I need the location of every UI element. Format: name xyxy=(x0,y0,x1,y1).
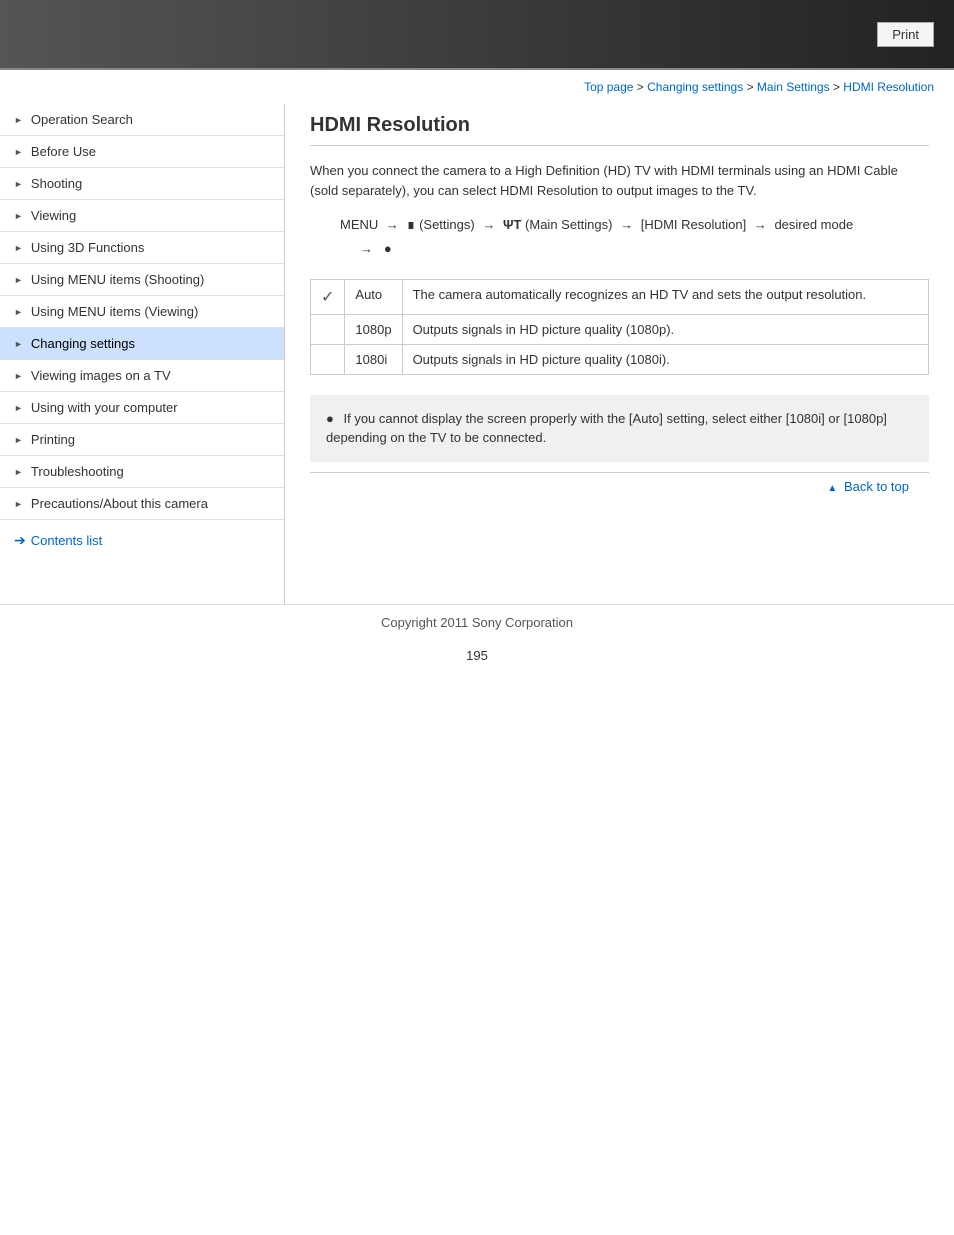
arrow-icon: → xyxy=(482,217,499,232)
settings-icon: ∎ xyxy=(407,216,416,232)
settings-label: (Settings) xyxy=(419,217,478,232)
table-row: 1080p Outputs signals in HD picture qual… xyxy=(311,314,929,344)
arrow-icon: ► xyxy=(14,179,23,189)
sidebar-item-precautions[interactable]: ► Precautions/About this camera xyxy=(0,488,284,520)
check-cell xyxy=(311,314,345,344)
header: Print xyxy=(0,0,954,70)
description-cell: Outputs signals in HD picture quality (1… xyxy=(402,314,928,344)
hdmi-resolution-label: [HDMI Resolution] xyxy=(641,217,750,232)
breadcrumb-main-settings[interactable]: Main Settings xyxy=(757,80,830,94)
sidebar-footer: ➔ Contents list xyxy=(0,520,284,561)
bullet-icon: ● xyxy=(326,411,334,426)
arrow-icon: ► xyxy=(14,403,23,413)
breadcrumb-top-page[interactable]: Top page xyxy=(584,80,633,94)
arrow-icon: ► xyxy=(14,147,23,157)
sidebar-item-label: Shooting xyxy=(31,176,82,191)
table-row: ✓ Auto The camera automatically recogniz… xyxy=(311,279,929,314)
arrow-icon: ► xyxy=(14,243,23,253)
sidebar-item-label: Using MENU items (Viewing) xyxy=(31,304,198,319)
print-button[interactable]: Print xyxy=(877,22,934,47)
arrow-icon: ► xyxy=(14,211,23,221)
triangle-up-icon: ▲ xyxy=(827,483,837,494)
sidebar-item-changing-settings[interactable]: ► Changing settings xyxy=(0,328,284,360)
sidebar-item-label: Troubleshooting xyxy=(31,464,124,479)
sidebar-item-3d-functions[interactable]: ► Using 3D Functions xyxy=(0,232,284,264)
sidebar-item-viewing-tv[interactable]: ► Viewing images on a TV xyxy=(0,360,284,392)
arrow-icon: ► xyxy=(14,339,23,349)
contents-list-arrow-icon: ➔ xyxy=(14,532,26,549)
sidebar-item-label: Viewing images on a TV xyxy=(31,368,171,383)
main-settings-label: (Main Settings) xyxy=(525,217,616,232)
table-row: 1080i Outputs signals in HD picture qual… xyxy=(311,344,929,374)
desired-mode-label: desired mode xyxy=(774,217,853,232)
sidebar-item-label: Precautions/About this camera xyxy=(31,496,208,511)
sidebar-item-menu-viewing[interactable]: ► Using MENU items (Viewing) xyxy=(0,296,284,328)
arrow-icon: ► xyxy=(14,371,23,381)
mode-cell: Auto xyxy=(345,279,402,314)
checkmark-icon: ✓ xyxy=(321,289,334,306)
sidebar-item-label: Using 3D Functions xyxy=(31,240,144,255)
footer: Copyright 2011 Sony Corporation xyxy=(0,604,954,640)
content-layout: ► Operation Search ► Before Use ► Shooti… xyxy=(0,104,954,604)
sidebar-item-printing[interactable]: ► Printing xyxy=(0,424,284,456)
sidebar-item-label: Changing settings xyxy=(31,336,135,351)
arrow-icon: ► xyxy=(14,115,23,125)
sidebar: ► Operation Search ► Before Use ► Shooti… xyxy=(0,104,285,604)
check-cell xyxy=(311,344,345,374)
sidebar-item-viewing[interactable]: ► Viewing xyxy=(0,200,284,232)
breadcrumb-changing-settings[interactable]: Changing settings xyxy=(647,80,743,94)
arrow-icon: → xyxy=(620,217,637,232)
sidebar-item-label: Operation Search xyxy=(31,112,133,127)
main-settings-icon: ΨT xyxy=(503,217,521,232)
settings-table: ✓ Auto The camera automatically recogniz… xyxy=(310,279,929,375)
menu-path: MENU → ∎ (Settings) → ΨT (Main Settings)… xyxy=(340,212,929,261)
main-content: HDMI Resolution When you connect the cam… xyxy=(285,104,954,604)
sidebar-item-computer[interactable]: ► Using with your computer xyxy=(0,392,284,424)
sidebar-item-label: Before Use xyxy=(31,144,96,159)
contents-list-link[interactable]: Contents list xyxy=(31,533,103,548)
intro-text: When you connect the camera to a High De… xyxy=(310,161,929,200)
sidebar-item-label: Printing xyxy=(31,432,75,447)
menu-text: MENU xyxy=(340,217,378,232)
check-cell: ✓ xyxy=(311,279,345,314)
copyright-text: Copyright 2011 Sony Corporation xyxy=(381,615,573,630)
sidebar-item-before-use[interactable]: ► Before Use xyxy=(0,136,284,168)
arrow-icon: ► xyxy=(14,275,23,285)
arrow-icon: → xyxy=(754,217,771,232)
description-cell: The camera automatically recognizes an H… xyxy=(402,279,928,314)
description-cell: Outputs signals in HD picture quality (1… xyxy=(402,344,928,374)
breadcrumb-hdmi-resolution[interactable]: HDMI Resolution xyxy=(843,80,934,94)
note-box: ● If you cannot display the screen prope… xyxy=(310,395,929,462)
second-line: → ● xyxy=(360,241,392,256)
mode-cell: 1080i xyxy=(345,344,402,374)
note-text: If you cannot display the screen properl… xyxy=(326,411,887,446)
arrow-icon: → xyxy=(386,217,403,232)
bottom-bar: ▲ Back to top xyxy=(310,472,929,500)
arrow-icon: ► xyxy=(14,467,23,477)
back-to-top-label: Back to top xyxy=(844,479,909,494)
sidebar-item-troubleshooting[interactable]: ► Troubleshooting xyxy=(0,456,284,488)
page-number: 195 xyxy=(0,640,954,671)
arrow-icon: ► xyxy=(14,307,23,317)
sidebar-item-shooting[interactable]: ► Shooting xyxy=(0,168,284,200)
arrow-icon: ► xyxy=(14,499,23,509)
sidebar-item-label: Viewing xyxy=(31,208,76,223)
sidebar-item-menu-shooting[interactable]: ► Using MENU items (Shooting) xyxy=(0,264,284,296)
page-title: HDMI Resolution xyxy=(310,114,929,146)
back-to-top-link[interactable]: ▲ Back to top xyxy=(827,479,909,494)
sidebar-item-label: Using MENU items (Shooting) xyxy=(31,272,204,287)
mode-cell: 1080p xyxy=(345,314,402,344)
sidebar-item-operation-search[interactable]: ► Operation Search xyxy=(0,104,284,136)
arrow-icon: ► xyxy=(14,435,23,445)
sidebar-item-label: Using with your computer xyxy=(31,400,178,415)
breadcrumb: Top page > Changing settings > Main Sett… xyxy=(0,70,954,104)
